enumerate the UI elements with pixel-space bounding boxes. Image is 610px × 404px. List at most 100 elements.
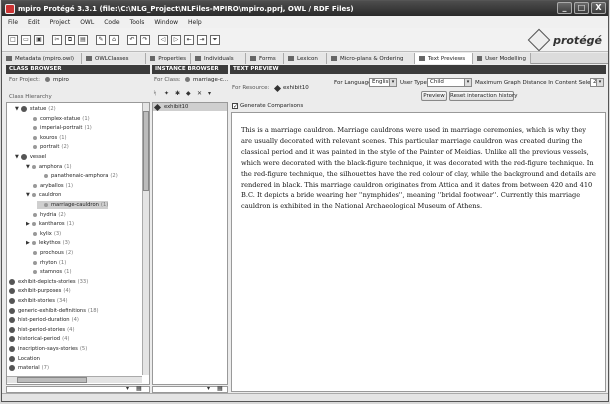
class-tree-item[interactable]: hydria (2) — [26, 211, 66, 219]
first-icon[interactable]: ⇤ — [184, 35, 194, 45]
expanded-toggle-icon[interactable]: ▼ — [15, 154, 19, 160]
menu-tools[interactable]: Tools — [130, 19, 145, 26]
instance-view-icon[interactable]: ᛋ — [153, 90, 157, 97]
menu-file[interactable]: File — [8, 19, 18, 26]
class-tree-item[interactable]: exhibit-purposes (4) — [9, 287, 71, 295]
cut-icon[interactable]: ✂ — [52, 35, 62, 45]
instance-item[interactable]: exhibit10 — [153, 103, 227, 112]
class-tree-item[interactable]: kylix (3) — [26, 230, 61, 238]
tab-metadata[interactable]: Metadata (mpiro.owl) — [2, 53, 82, 64]
class-tree-item[interactable]: hist-period-duration (4) — [9, 316, 79, 324]
menu-project[interactable]: Project — [50, 19, 71, 26]
forward-icon[interactable]: ▷ — [171, 35, 181, 45]
max-distance-select[interactable]: 2 ▾ — [590, 78, 604, 87]
class-tree-vertical-scrollbar[interactable] — [142, 103, 149, 375]
tab-text-previews[interactable]: Text Previews — [415, 53, 473, 64]
tab-user-modelling[interactable]: User Modelling — [473, 53, 531, 64]
class-tree-item[interactable]: marriage-cauldron (1) — [37, 201, 109, 209]
menu-code[interactable]: Code — [104, 19, 119, 26]
expanded-toggle-icon[interactable]: ▼ — [26, 164, 30, 170]
class-tree-item[interactable]: material (7) — [9, 364, 49, 372]
for-class-label: For Class: — [154, 77, 181, 83]
maximize-button[interactable]: □ — [574, 2, 589, 14]
class-tree-item[interactable]: inscription-says-stories (5) — [9, 345, 87, 353]
class-tree-scroll-thumb[interactable] — [143, 111, 149, 191]
user-type-select[interactable]: Child ▾ — [427, 78, 472, 87]
instance-menu-icon[interactable]: ▾ — [208, 90, 211, 97]
class-tree-item-label: kylix — [40, 230, 52, 237]
tab-individuals[interactable]: Individuals — [191, 53, 246, 64]
class-icon — [31, 241, 36, 246]
close-button[interactable]: X — [591, 2, 606, 14]
instance-delete-icon[interactable]: ✕ — [197, 90, 202, 97]
new-project-icon[interactable]: □ — [8, 35, 18, 45]
expanded-toggle-icon[interactable]: ▼ — [15, 106, 19, 112]
class-tree-item[interactable]: ▼ vessel — [15, 153, 46, 161]
class-tree-item[interactable]: imperial-portrait (1) — [26, 124, 92, 132]
collapsed-toggle-icon[interactable]: ▶ — [26, 221, 30, 227]
menu-help[interactable]: Help — [188, 19, 202, 26]
class-tree-item[interactable]: ▼ statue (2) — [15, 105, 56, 113]
class-tree-item[interactable]: ▶ kantharos (1) — [26, 220, 74, 228]
collapsed-toggle-icon[interactable]: ▶ — [26, 240, 30, 246]
class-tree-item[interactable]: aryballos (1) — [26, 182, 73, 190]
class-search-icon[interactable]: ▦ — [136, 385, 142, 392]
tab-microplans-ordering[interactable]: Micro-plans & Ordering — [327, 53, 415, 64]
class-tree-item-label: stamnos — [40, 269, 63, 276]
class-tree-item[interactable]: exhibit-depicts-stories (33) — [9, 278, 88, 286]
class-tree-item[interactable]: stamnos (1) — [26, 268, 72, 276]
paste-icon[interactable]: ▤ — [78, 35, 88, 45]
instance-search-icon[interactable]: ▦ — [217, 385, 223, 392]
redo-icon[interactable]: ↷ — [140, 35, 150, 45]
save-project-icon[interactable]: ▣ — [34, 35, 44, 45]
class-tree-item[interactable]: exhibit-stories (34) — [9, 297, 68, 305]
menu-edit[interactable]: Edit — [28, 19, 40, 26]
class-tree-item[interactable]: historical-period (4) — [9, 335, 69, 343]
class-tree-item[interactable]: rhyton (1) — [26, 259, 66, 267]
class-tree-item[interactable]: kouros (1) — [26, 134, 67, 142]
instance-reference-icon[interactable]: ◆ — [186, 90, 191, 97]
menu-arrow-icon[interactable]: ⏷ — [210, 35, 220, 45]
last-icon[interactable]: ⇥ — [197, 35, 207, 45]
preview-button[interactable]: Preview — [421, 91, 447, 101]
class-tree-hscroll-thumb[interactable] — [17, 377, 87, 383]
edit-icon[interactable]: ✎ — [96, 35, 106, 45]
back-icon[interactable]: ◁ — [158, 35, 168, 45]
menu-owl[interactable]: OWL — [80, 19, 94, 26]
expanded-toggle-icon[interactable]: ▼ — [26, 192, 30, 198]
class-tree-item[interactable]: ▶ lekythos (3) — [26, 239, 70, 247]
reset-interaction-history-button[interactable]: Reset interaction history — [449, 91, 518, 101]
class-tree-item[interactable]: ▼ cauldron — [26, 191, 61, 199]
class-tree-item[interactable]: portrait (2) — [26, 143, 69, 151]
instance-search-dropdown-icon[interactable]: ▾ — [207, 385, 210, 392]
tab-owl-classes[interactable]: OWLClasses — [82, 53, 146, 64]
instance-copy-icon[interactable]: ✱ — [175, 90, 180, 97]
minimize-button[interactable]: _ — [557, 2, 572, 14]
protege-app-icon — [5, 3, 15, 14]
class-tree-item[interactable]: complex-statue (1) — [26, 115, 90, 123]
class-tree-item[interactable]: Location — [9, 355, 40, 363]
class-tree-item[interactable]: hist-period-stories (4) — [9, 326, 74, 334]
class-search-dropdown-icon[interactable]: ▾ — [126, 385, 129, 392]
bookmark-icon[interactable]: ⌂ — [109, 35, 119, 45]
language-select[interactable]: English ▾ — [369, 78, 397, 87]
instance-add-icon[interactable]: ✦ — [164, 90, 169, 97]
tab-properties[interactable]: Properties — [146, 53, 191, 64]
class-tree-item[interactable]: prochous (2) — [26, 249, 73, 257]
forms-icon — [250, 56, 256, 61]
tab-forms[interactable]: Forms — [246, 53, 284, 64]
text-previews-icon — [419, 56, 425, 61]
class-icon — [33, 260, 37, 265]
open-project-icon[interactable]: ▭ — [21, 35, 31, 45]
class-tree-item[interactable]: panathenaic-amphora (2) — [37, 172, 118, 180]
class-tree-item[interactable]: ▼ amphora (1) — [26, 163, 72, 171]
copy-icon[interactable]: ⧉ — [65, 35, 75, 45]
class-tree-horizontal-scrollbar[interactable] — [7, 376, 142, 383]
generate-comparisons-checkbox[interactable]: ✓ — [232, 103, 238, 110]
class-tree-item[interactable]: generic-exhibit-definitions (18) — [9, 307, 99, 315]
tab-lexicon[interactable]: Lexicon — [284, 53, 327, 64]
undo-icon[interactable]: ↶ — [127, 35, 137, 45]
class-icon — [33, 231, 37, 236]
menu-window[interactable]: Window — [154, 19, 178, 26]
class-tree-item-label: aryballos — [40, 182, 64, 189]
